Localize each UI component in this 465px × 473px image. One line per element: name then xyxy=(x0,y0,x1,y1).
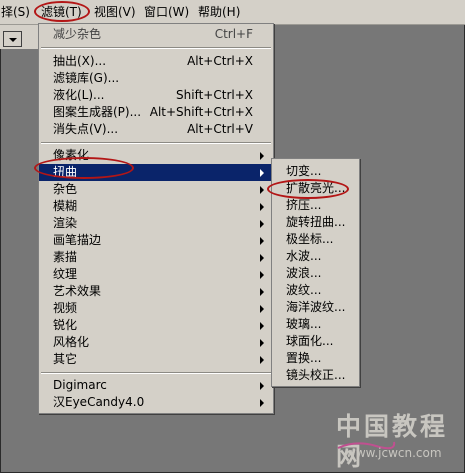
submenu-arrow-icon xyxy=(260,152,264,160)
menu-item-blur[interactable]: 模糊 xyxy=(39,198,273,215)
submenu-item-twirl[interactable]: 旋转扭曲... xyxy=(272,214,359,231)
submenu-arrow-icon xyxy=(260,169,264,177)
submenu-item-spherize[interactable]: 球面化... xyxy=(272,333,359,350)
submenu-item-ocean-ripple[interactable]: 海洋波纹... xyxy=(272,299,359,316)
submenu-arrow-icon xyxy=(260,237,264,245)
submenu-item-shear[interactable]: 切变... xyxy=(272,163,359,180)
menu-item-digimarc[interactable]: Digimarc xyxy=(39,377,273,394)
filter-menu: 减少杂色 Ctrl+F 抽出(X)... Alt+Ctrl+X 滤镜库(G)..… xyxy=(38,23,274,414)
menu-item-render[interactable]: 渲染 xyxy=(39,215,273,232)
submenu-arrow-icon xyxy=(260,356,264,364)
menu-item-brush-strokes[interactable]: 画笔描边 xyxy=(39,232,273,249)
menu-item-artistic[interactable]: 艺术效果 xyxy=(39,283,273,300)
menu-item-stylize[interactable]: 风格化 xyxy=(39,334,273,351)
menu-separator xyxy=(41,372,271,374)
submenu-arrow-icon xyxy=(260,220,264,228)
submenu-item-ripple[interactable]: 波纹... xyxy=(272,282,359,299)
menu-help[interactable]: 帮助(H) xyxy=(198,4,240,20)
watermark-url: www.jcwcn.com xyxy=(346,446,442,460)
submenu-arrow-icon xyxy=(260,186,264,194)
menu-select[interactable]: 择(S) xyxy=(1,4,30,20)
menu-item-sharpen[interactable]: 锐化 xyxy=(39,317,273,334)
watermark: 中国教程网 www.jcwcn.com xyxy=(336,412,461,471)
menu-item-last-filter[interactable]: 减少杂色 Ctrl+F xyxy=(39,26,273,43)
submenu-arrow-icon xyxy=(260,305,264,313)
menu-item-eyecandy[interactable]: 汉EyeCandy4.0 xyxy=(39,394,273,411)
submenu-item-glass[interactable]: 玻璃... xyxy=(272,316,359,333)
menu-item-texture[interactable]: 纹理 xyxy=(39,266,273,283)
submenu-arrow-icon xyxy=(260,399,264,407)
submenu-arrow-icon xyxy=(260,203,264,211)
menu-separator xyxy=(41,142,271,144)
submenu-item-displace[interactable]: 置换... xyxy=(272,350,359,367)
submenu-item-wave[interactable]: 波浪... xyxy=(272,265,359,282)
menu-item-noise[interactable]: 杂色 xyxy=(39,181,273,198)
menu-item-other[interactable]: 其它 xyxy=(39,351,273,368)
tool-preset-dropdown[interactable] xyxy=(3,31,22,47)
diffuse-glow-highlight-circle xyxy=(267,179,349,199)
menu-item-vanishing-point[interactable]: 消失点(V)... Alt+Ctrl+V xyxy=(39,121,273,138)
menu-item-extract[interactable]: 抽出(X)... Alt+Ctrl+X xyxy=(39,53,273,70)
submenu-arrow-icon xyxy=(260,254,264,262)
menu-item-video[interactable]: 视频 xyxy=(39,300,273,317)
submenu-arrow-icon xyxy=(260,271,264,279)
menu-item-pattern-maker[interactable]: 图案生成器(P)... Alt+Shift+Ctrl+X xyxy=(39,104,273,121)
menu-view[interactable]: 视图(V) xyxy=(94,4,136,20)
submenu-arrow-icon xyxy=(260,339,264,347)
submenu-arrow-icon xyxy=(260,288,264,296)
submenu-item-zigzag[interactable]: 水波... xyxy=(272,248,359,265)
menu-window[interactable]: 窗口(W) xyxy=(144,4,189,20)
submenu-arrow-icon xyxy=(260,322,264,330)
menu-item-sketch[interactable]: 素描 xyxy=(39,249,273,266)
menu-item-filter-gallery[interactable]: 滤镜库(G)... xyxy=(39,70,273,87)
distort-highlight-circle xyxy=(34,157,134,179)
submenu-item-lens-correction[interactable]: 镜头校正... xyxy=(272,367,359,384)
submenu-item-polar-coordinates[interactable]: 极坐标... xyxy=(272,231,359,248)
filter-menu-highlight-circle xyxy=(34,1,90,22)
menu-separator xyxy=(41,47,271,49)
submenu-arrow-icon xyxy=(260,382,264,390)
submenu-item-pinch[interactable]: 挤压... xyxy=(272,197,359,214)
menu-item-liquify[interactable]: 液化(L)... Shift+Ctrl+X xyxy=(39,87,273,104)
